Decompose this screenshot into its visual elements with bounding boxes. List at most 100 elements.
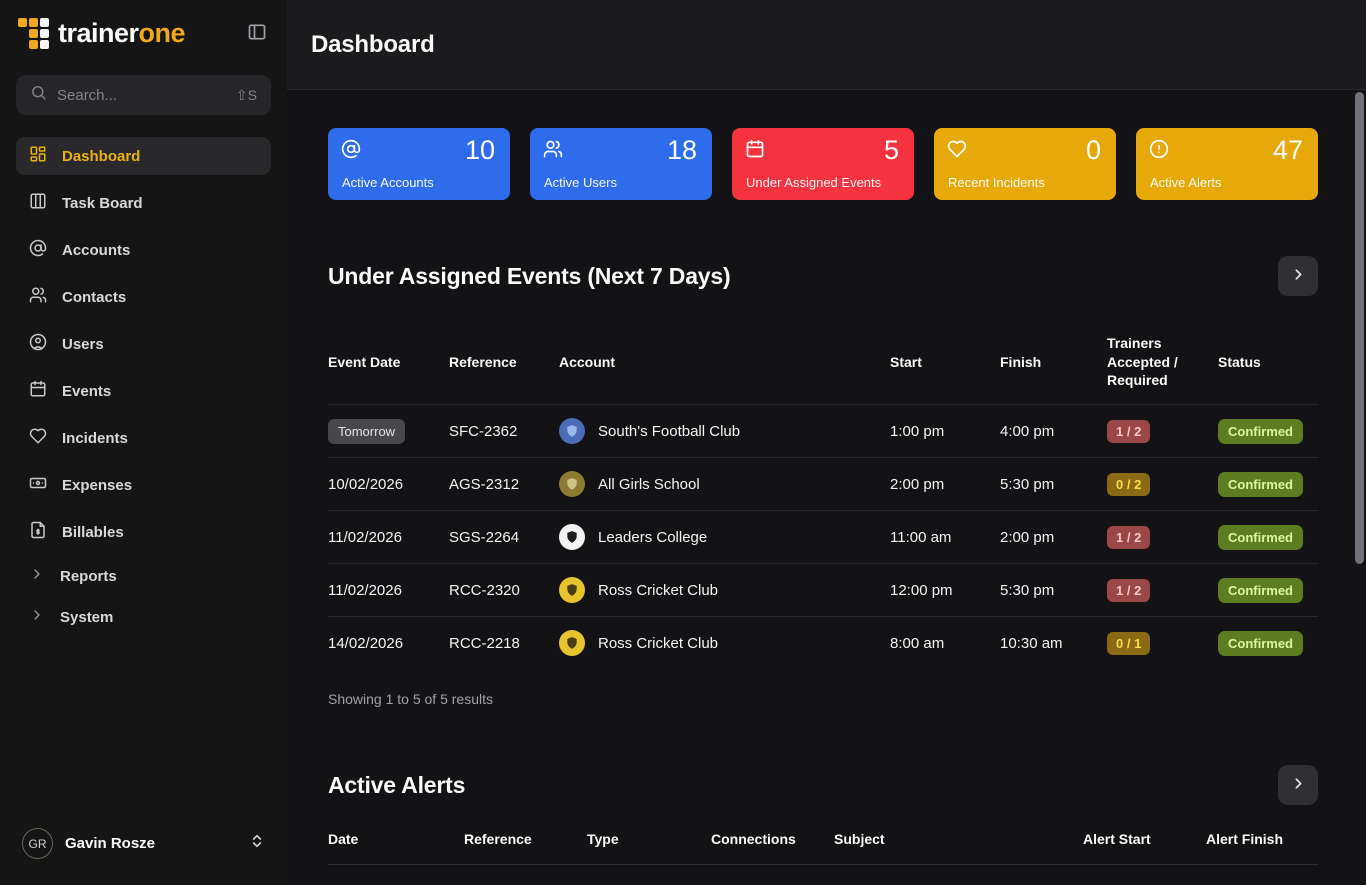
column-header: Subject: [834, 831, 1083, 847]
column-header: Status: [1218, 353, 1318, 372]
account-name: Ross Cricket Club: [598, 635, 718, 652]
sidebar-item-task-board[interactable]: Task Board: [16, 184, 271, 222]
search-shortcut: ⇧S: [236, 87, 257, 104]
brand-name-primary: trainer: [58, 18, 139, 48]
sidebar-item-billables[interactable]: Billables: [16, 513, 271, 551]
column-header: Account: [559, 353, 890, 372]
event-finish: 4:00 pm: [1000, 423, 1107, 440]
event-date: 11/02/2026: [328, 582, 449, 599]
calendar-icon: [745, 139, 765, 164]
stat-card-under-assigned-events[interactable]: 5 Under Assigned Events: [732, 128, 914, 200]
sidebar-item-reports[interactable]: Reports: [16, 560, 271, 592]
trainers-badge: 1 / 2: [1107, 526, 1150, 549]
column-header: Alert Finish: [1206, 831, 1318, 847]
alerts-section-title: Active Alerts: [328, 772, 465, 799]
sidebar-item-label: Users: [62, 336, 104, 353]
alerts-table-header: Date Reference Type Connections Subject …: [328, 831, 1318, 865]
stat-card-active-alerts[interactable]: 47 Active Alerts: [1136, 128, 1318, 200]
stat-label: Recent Incidents: [948, 175, 1045, 190]
sidebar-item-incidents[interactable]: Incidents: [16, 419, 271, 457]
sidebar-item-label: System: [60, 609, 113, 626]
billables-file-icon: [29, 521, 47, 543]
sidebar-item-contacts[interactable]: Contacts: [16, 278, 271, 316]
sidebar-item-expenses[interactable]: Expenses: [16, 466, 271, 504]
table-row[interactable]: 11/02/2026 RCC-2320 Ross Cricket Club 12…: [328, 563, 1318, 616]
status-badge: Confirmed: [1218, 419, 1303, 444]
account-name: South's Football Club: [598, 423, 740, 440]
sidebar-item-users[interactable]: Users: [16, 325, 271, 363]
stat-value: 18: [667, 135, 697, 166]
stat-value: 10: [465, 135, 495, 166]
chevron-right-icon: [1290, 266, 1307, 286]
sidebar-item-label: Dashboard: [62, 148, 140, 165]
account-name: All Girls School: [598, 476, 700, 493]
sidebar-header: trainerone: [16, 18, 271, 49]
stat-card-recent-incidents[interactable]: 0 Recent Incidents: [934, 128, 1116, 200]
account-logo: [559, 418, 585, 444]
status-badge: Confirmed: [1218, 472, 1303, 497]
chevron-right-icon: [29, 566, 45, 586]
event-start: 1:00 pm: [890, 423, 1000, 440]
event-reference: SGS-2264: [449, 529, 559, 546]
event-finish: 10:30 am: [1000, 635, 1107, 652]
sidebar-item-system[interactable]: System: [16, 601, 271, 633]
user-circle-icon: [29, 333, 47, 355]
account-logo: [559, 471, 585, 497]
stat-card-active-accounts[interactable]: 10 Active Accounts: [328, 128, 510, 200]
layout-dashboard-icon: [29, 145, 47, 167]
column-header: Type: [587, 831, 711, 847]
event-reference: SFC-2362: [449, 423, 559, 440]
event-date: 11/02/2026: [328, 529, 449, 546]
dashboard-content: 10 Active Accounts 18 Active Users 5 Und…: [287, 90, 1366, 885]
avatar: GR: [22, 828, 53, 859]
heart-icon: [29, 427, 47, 449]
status-badge: Confirmed: [1218, 578, 1303, 603]
table-row[interactable]: 11/02/2026 SGS-2264 Leaders College 11:0…: [328, 510, 1318, 563]
sidebar-item-label: Contacts: [62, 289, 126, 306]
column-header: Reference: [449, 353, 559, 372]
trainerone-logo-icon: [18, 18, 49, 49]
column-header: Finish: [1000, 353, 1107, 372]
sidebar-item-label: Events: [62, 383, 111, 400]
table-row[interactable]: 10/02/2026 AGS-2312 All Girls School 2:0…: [328, 457, 1318, 510]
column-header: Date: [328, 831, 464, 847]
brand-name: trainerone: [58, 18, 185, 49]
chevrons-up-down-icon: [249, 833, 265, 854]
stat-label: Active Alerts: [1150, 175, 1222, 190]
account-logo: [559, 577, 585, 603]
scrollbar[interactable]: [1353, 91, 1366, 885]
event-date-badge: Tomorrow: [328, 419, 405, 444]
stat-card-active-users[interactable]: 18 Active Users: [530, 128, 712, 200]
brand-name-secondary: one: [139, 18, 186, 48]
stat-cards: 10 Active Accounts 18 Active Users 5 Und…: [328, 128, 1318, 200]
event-finish: 5:30 pm: [1000, 476, 1107, 493]
events-section-title: Under Assigned Events (Next 7 Days): [328, 263, 730, 290]
trainerone-logo[interactable]: trainerone: [18, 18, 185, 49]
account-name: Ross Cricket Club: [598, 582, 718, 599]
trainers-badge: 1 / 2: [1107, 579, 1150, 602]
sidebar-item-accounts[interactable]: Accounts: [16, 231, 271, 269]
banknote-icon: [29, 474, 47, 496]
sidebar-collapse-button[interactable]: [245, 20, 269, 47]
stat-value: 47: [1273, 135, 1303, 166]
at-sign-icon: [341, 139, 361, 164]
event-date: 10/02/2026: [328, 476, 449, 493]
scrollbar-thumb[interactable]: [1355, 92, 1364, 564]
stat-label: Under Assigned Events: [746, 175, 881, 190]
column-header: Start: [890, 353, 1000, 372]
sidebar-item-events[interactable]: Events: [16, 372, 271, 410]
users-icon: [29, 286, 47, 308]
search-input[interactable]: Search... ⇧S: [16, 75, 271, 115]
sidebar-item-label: Incidents: [62, 430, 128, 447]
events-section-next-button[interactable]: [1278, 256, 1318, 296]
table-row[interactable]: 14/02/2026 RCC-2218 Ross Cricket Club 8:…: [328, 616, 1318, 669]
alerts-section-next-button[interactable]: [1278, 765, 1318, 805]
user-menu[interactable]: GR Gavin Rosze: [16, 824, 271, 863]
table-row[interactable]: Tomorrow SFC-2362 South's Football Club …: [328, 404, 1318, 457]
page-title: Dashboard: [311, 31, 435, 59]
search-placeholder: Search...: [57, 87, 226, 104]
alert-circle-icon: [1149, 139, 1169, 164]
sidebar-item-dashboard[interactable]: Dashboard: [16, 137, 271, 175]
stat-label: Active Users: [544, 175, 617, 190]
stat-value: 5: [884, 135, 899, 166]
